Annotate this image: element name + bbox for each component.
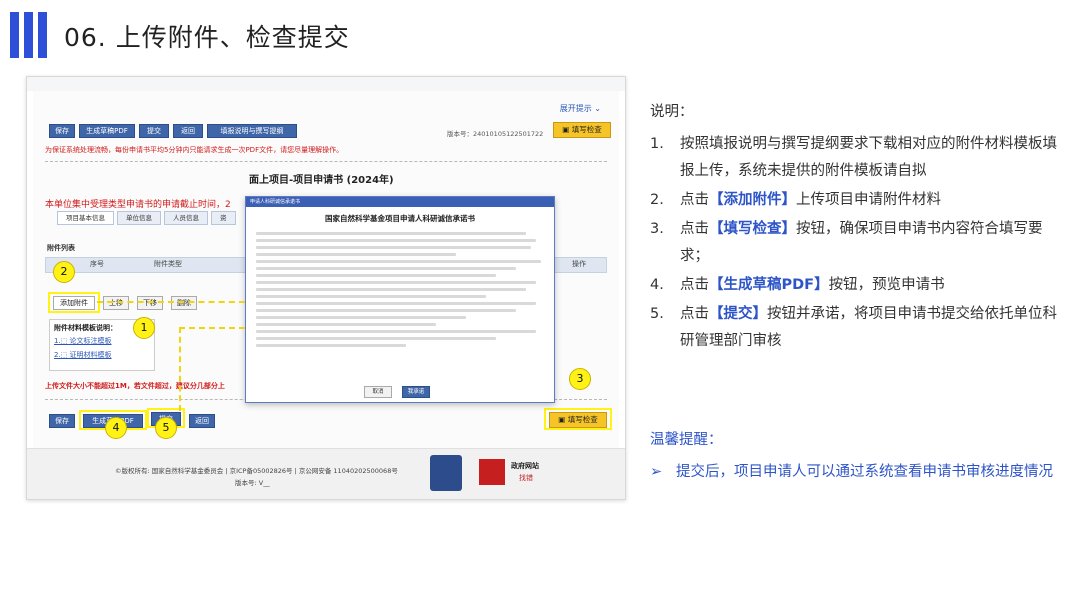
check-icon: ▣ (562, 125, 570, 134)
connector-submit (179, 327, 181, 411)
tab-funding[interactable]: 资 (211, 211, 236, 225)
delete-button[interactable]: 删除 (171, 296, 197, 310)
draft-pdf-button-top[interactable]: 生成草稿PDF (79, 124, 135, 138)
submit-highlight-text: 【提交】 (709, 306, 767, 322)
step-badge-4: 4 (105, 417, 127, 439)
arrow-bullet-icon: ➢ (650, 464, 663, 480)
application-screenshot: 展开提示 ⌄ 保存 生成草稿PDF 提交 返回 填报说明与撰写提纲 版本号：24… (26, 76, 626, 500)
add-attachment-highlight (48, 292, 100, 313)
draft-pdf-highlight-text: 【生成草稿PDF】 (709, 277, 829, 293)
dialog-body-text (246, 232, 554, 347)
col-actions: 操作 (572, 260, 586, 268)
template-link-1[interactable]: 1.⬚ 论文标注模板 (54, 336, 112, 346)
fill-check-button-top[interactable]: ▣ 填写检查 (553, 122, 611, 138)
slide-title: 06. 上传附件、检查提交 (64, 23, 350, 52)
integrity-pledge-dialog: 申请人科研诚信承诺书 国家自然科学基金项目申请人科研诚信承诺书 取消 我承诺 (245, 196, 555, 403)
tab-basic-info[interactable]: 项目基本信息 (57, 211, 114, 225)
version-number: 版本号：24010105122501722 (447, 130, 544, 138)
tips-heading: 温馨提醒： (650, 432, 723, 448)
col-type: 附件类型 (154, 260, 182, 268)
submit-button-top[interactable]: 提交 (139, 124, 169, 138)
back-button-top[interactable]: 返回 (173, 124, 203, 138)
site-footer: ©版权所有: 国家自然科学基金委员会 | 京ICP备05002826号 | 京公… (27, 448, 625, 499)
add-attachment-highlight-text: 【添加附件】 (709, 192, 796, 208)
form-tabs: 项目基本信息 单位信息 人员信息 资 (57, 211, 239, 225)
instructions-heading: 说明： (650, 104, 694, 120)
footer-copyright: ©版权所有: 国家自然科学基金委员会 | 京ICP备05002826号 | 京公… (115, 467, 398, 475)
step-item-5: 5. 点击【提交】按钮并承诺，将项目申请书提交给依托单位科研管理部门审核 (650, 306, 1057, 349)
step-badge-2: 2 (53, 261, 75, 283)
instructions-panel: 说明： 1. 按照填报说明与撰写提纲要求下载相对应的附件材料模板填报上传，系统未提… (650, 100, 1060, 357)
step-item-2: 2. 点击【添加附件】上传项目申请附件材料 (650, 192, 941, 208)
move-up-button[interactable]: 上移 (103, 296, 129, 310)
title-bars-decoration (0, 12, 60, 58)
template-title: 附件材料模板说明： (54, 324, 117, 332)
connector-submit-h (179, 327, 245, 329)
step-badge-1: 1 (133, 317, 155, 339)
step-badge-3: 3 (569, 368, 591, 390)
move-down-button[interactable]: 下移 (137, 296, 163, 310)
dialog-confirm-button[interactable]: 我承诺 (402, 386, 430, 398)
dialog-header: 申请人科研诚信承诺书 (246, 197, 554, 207)
save-button-bottom[interactable]: 保存 (49, 414, 75, 428)
template-link-2[interactable]: 2.⬚ 证明材料模板 (54, 350, 112, 360)
tab-unit-info[interactable]: 单位信息 (117, 211, 161, 225)
guide-button-top[interactable]: 填报说明与撰写提纲 (207, 124, 297, 138)
screenshot-top-band (27, 77, 625, 91)
step-badge-5: 5 (155, 417, 177, 439)
fill-check-highlight (544, 408, 612, 430)
footer-version: 版本号: V__ (235, 479, 270, 487)
save-button-top[interactable]: 保存 (49, 124, 75, 138)
gov-site-label[interactable]: 政府网站 (511, 461, 539, 471)
tip-item: ➢ 提交后，项目申请人可以通过系统查看申请书审核进度情况 (650, 459, 1060, 485)
col-index: 序号 (90, 260, 104, 268)
tips-panel: 温馨提醒： ➢ 提交后，项目申请人可以通过系统查看申请书审核进度情况 (650, 428, 1060, 485)
dialog-cancel-button[interactable]: 取消 (364, 386, 392, 398)
pdf-warning: 为保证系统处理流畅，每份申请书平均5分钟内只能请求生成一次PDF文件，请您尽量理… (45, 146, 344, 154)
expand-tips-link[interactable]: 展开提示 ⌄ (560, 103, 601, 114)
back-button-bottom[interactable]: 返回 (189, 414, 215, 428)
size-warning: 上传文件大小不能超过1M，若文件超过，建议分几部分上 (45, 382, 225, 390)
gov-site-icon (479, 459, 505, 485)
tab-personnel-info[interactable]: 人员信息 (164, 211, 208, 225)
fill-check-highlight-text: 【填写检查】 (709, 221, 796, 237)
deadline-notice: 本单位集中受理类型申请书的申请截止时间，2 (45, 200, 231, 210)
org-logo-icon (430, 455, 462, 491)
divider (45, 161, 607, 162)
attachment-list-title: 附件列表 (47, 244, 75, 252)
step-item-4: 4. 点击【生成草稿PDF】按钮，预览申请书 (650, 277, 945, 293)
dialog-title: 国家自然科学基金项目申请人科研诚信承诺书 (325, 214, 475, 223)
step-item-3: 3. 点击【填写检查】按钮，确保项目申请书内容符合填写要求； (650, 221, 1043, 264)
form-title: 面上项目-项目申请书 (2024年) (249, 175, 394, 186)
gov-site-sub[interactable]: 找错 (519, 473, 533, 483)
step-item-1: 1. 按照填报说明与撰写提纲要求下载相对应的附件材料模板填报上传，系统未提供的附件… (650, 136, 1057, 179)
connector-add-attachment (97, 301, 245, 303)
